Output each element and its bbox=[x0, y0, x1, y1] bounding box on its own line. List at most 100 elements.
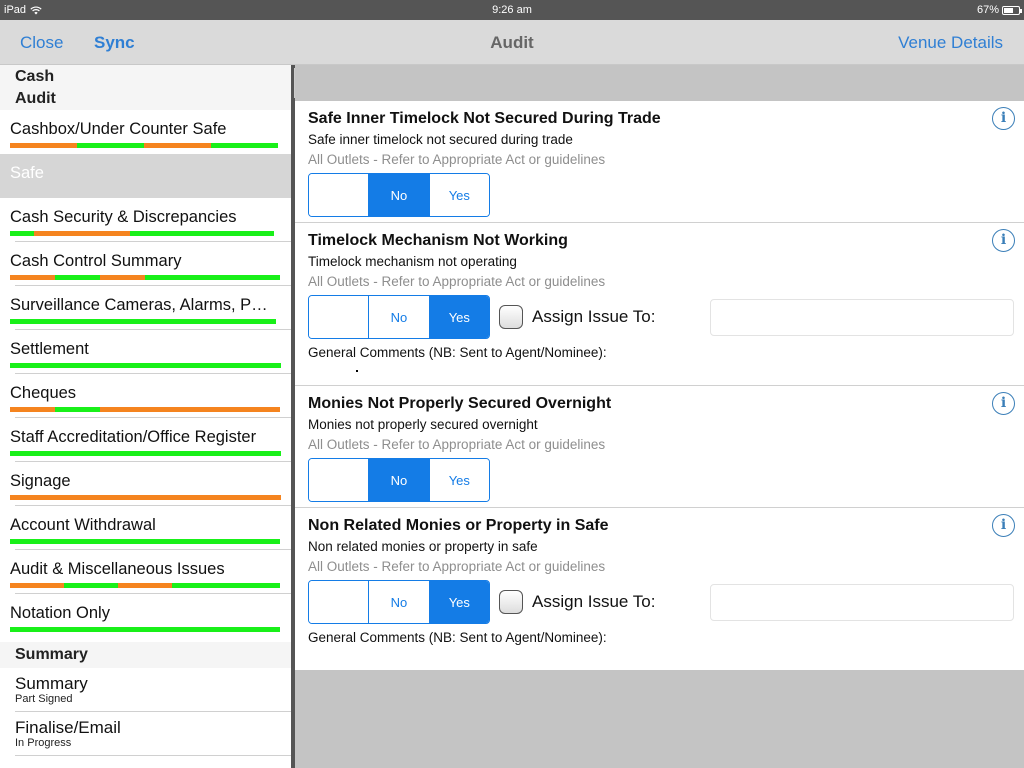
close-button[interactable]: Close bbox=[20, 33, 63, 53]
answer-option-no[interactable]: No bbox=[368, 459, 429, 501]
progress-segment-ok bbox=[172, 583, 280, 588]
assign-issue-input[interactable] bbox=[710, 583, 1014, 621]
answer-segmented-control[interactable]: No Yes bbox=[308, 295, 490, 339]
answer-option-blank[interactable] bbox=[309, 581, 369, 623]
battery-percent: 67% bbox=[976, 4, 999, 16]
general-comments-label: General Comments (NB: Sent to Agent/Nomi… bbox=[308, 630, 607, 645]
answer-segmented-control[interactable]: No Yes bbox=[308, 580, 490, 624]
sidebar-item[interactable]: Notation Only bbox=[0, 594, 291, 638]
sidebar-item[interactable]: Cheques bbox=[0, 374, 291, 418]
summary-item[interactable]: Finalise/Email In Progress bbox=[0, 712, 291, 756]
sidebar-item[interactable]: Safe bbox=[0, 154, 291, 198]
sidebar-item[interactable]: Cash Control Summary bbox=[0, 242, 291, 286]
battery-icon bbox=[1002, 5, 1022, 15]
question-description: Monies not properly secured overnight bbox=[308, 417, 538, 432]
sidebar-item[interactable]: Cashbox/Under Counter Safe bbox=[0, 110, 291, 154]
question-title: Safe Inner Timelock Not Secured During T… bbox=[308, 110, 661, 127]
general-comments-label: General Comments (NB: Sent to Agent/Nomi… bbox=[308, 345, 607, 360]
progress-segment-ok bbox=[77, 143, 144, 148]
answer-option-no[interactable]: No bbox=[368, 174, 429, 216]
section-header-summary: Summary bbox=[0, 642, 291, 668]
progress-segment-issue bbox=[100, 275, 145, 280]
progress-segment-issue bbox=[10, 407, 55, 412]
progress-segment-ok bbox=[10, 451, 281, 456]
progress-bar bbox=[10, 451, 281, 456]
status-bar: iPad 9:26 am 67% bbox=[0, 0, 1024, 20]
sidebar-item[interactable]: Account Withdrawal bbox=[0, 506, 291, 550]
sidebar-item-label: Cashbox/Under Counter Safe bbox=[10, 120, 227, 138]
progress-segment-ok bbox=[64, 583, 118, 588]
answer-option-blank[interactable] bbox=[309, 459, 369, 501]
info-icon[interactable]: i bbox=[992, 392, 1015, 415]
question-guideline: All Outlets - Refer to Appropriate Act o… bbox=[308, 152, 606, 167]
answer-segmented-control[interactable]: No Yes bbox=[308, 173, 490, 217]
section-header-line: Cash bbox=[15, 68, 55, 85]
answer-row: No Yes bbox=[308, 173, 1024, 217]
answer-option-yes[interactable]: Yes bbox=[428, 174, 489, 216]
question-guideline: All Outlets - Refer to Appropriate Act o… bbox=[308, 274, 606, 289]
general-comments-input[interactable] bbox=[308, 648, 1024, 670]
answer-option-no[interactable]: No bbox=[368, 581, 429, 623]
question-title: Timelock Mechanism Not Working bbox=[308, 232, 568, 249]
sidebar-item-label: Account Withdrawal bbox=[10, 516, 156, 534]
progress-segment-ok bbox=[10, 363, 281, 368]
sidebar-item-label: Notation Only bbox=[10, 604, 110, 622]
sync-button[interactable]: Sync bbox=[94, 33, 135, 53]
progress-bar bbox=[10, 363, 281, 368]
answer-option-blank[interactable] bbox=[309, 296, 369, 338]
progress-segment-ok bbox=[130, 231, 274, 236]
summary-item-title: Summary bbox=[15, 674, 88, 693]
general-comments-input[interactable] bbox=[308, 363, 1024, 385]
sidebar-item[interactable]: Staff Accreditation/Office Register bbox=[0, 418, 291, 462]
progress-segment-issue bbox=[34, 231, 130, 236]
text-cursor bbox=[356, 370, 358, 372]
assign-issue-checkbox[interactable] bbox=[499, 305, 523, 329]
answer-row: No Yes Assign Issue To: bbox=[308, 580, 1024, 624]
assign-issue-checkbox[interactable] bbox=[499, 590, 523, 614]
question-guideline: All Outlets - Refer to Appropriate Act o… bbox=[308, 559, 606, 574]
sidebar-item-label: Cheques bbox=[10, 384, 77, 402]
section-header-line: Audit bbox=[15, 90, 56, 107]
sidebar-item[interactable]: Audit & Miscellaneous Issues bbox=[0, 550, 291, 594]
question-description: Safe inner timelock not secured during t… bbox=[308, 132, 573, 147]
answer-segmented-control[interactable]: No Yes bbox=[308, 458, 490, 502]
sidebar-item[interactable]: Cash Security & Discrepancies bbox=[0, 198, 291, 242]
progress-bar bbox=[10, 539, 280, 544]
summary-item[interactable]: Summary Part Signed bbox=[0, 668, 291, 712]
sidebar-item[interactable]: Settlement bbox=[0, 330, 291, 374]
progress-segment-ok bbox=[55, 275, 100, 280]
progress-bar bbox=[10, 627, 280, 632]
question-card: Timelock Mechanism Not Working Timelock m… bbox=[295, 223, 1024, 386]
venue-details-button[interactable]: Venue Details bbox=[898, 33, 1003, 53]
separator bbox=[15, 755, 291, 756]
sidebar-item-label: Staff Accreditation/Office Register bbox=[10, 428, 257, 446]
question-card: Safe Inner Timelock Not Secured During T… bbox=[295, 101, 1024, 223]
question-guideline: All Outlets - Refer to Appropriate Act o… bbox=[308, 437, 606, 452]
assign-issue-label: Assign Issue To: bbox=[532, 592, 656, 611]
progress-segment-issue bbox=[118, 583, 172, 588]
progress-bar bbox=[10, 407, 280, 412]
clock: 9:26 am bbox=[492, 4, 532, 16]
answer-option-yes[interactable]: Yes bbox=[428, 296, 489, 338]
progress-bar bbox=[10, 583, 280, 588]
answer-option-yes[interactable]: Yes bbox=[428, 581, 489, 623]
answer-option-no[interactable]: No bbox=[368, 296, 429, 338]
progress-bar bbox=[10, 143, 278, 148]
summary-item-status: In Progress bbox=[15, 737, 72, 749]
question-content: Safe Inner Timelock Not Secured During T… bbox=[295, 65, 1024, 768]
info-icon[interactable]: i bbox=[992, 107, 1015, 130]
assign-issue-input[interactable] bbox=[710, 298, 1014, 336]
sidebar-item-label: Signage bbox=[10, 472, 71, 490]
progress-bar bbox=[10, 231, 274, 236]
info-icon[interactable]: i bbox=[992, 229, 1015, 252]
progress-segment-issue bbox=[10, 143, 77, 148]
sidebar-item-label: Surveillance Cameras, Alarms, P… bbox=[10, 296, 268, 314]
sidebar-item[interactable]: Surveillance Cameras, Alarms, P… bbox=[0, 286, 291, 330]
sidebar-item[interactable]: Signage bbox=[0, 462, 291, 506]
info-icon[interactable]: i bbox=[992, 514, 1015, 537]
progress-segment-issue bbox=[144, 143, 211, 148]
answer-option-blank[interactable] bbox=[309, 174, 369, 216]
assign-issue-label: Assign Issue To: bbox=[532, 307, 656, 326]
sidebar-item-label: Audit & Miscellaneous Issues bbox=[10, 560, 225, 578]
answer-option-yes[interactable]: Yes bbox=[428, 459, 489, 501]
